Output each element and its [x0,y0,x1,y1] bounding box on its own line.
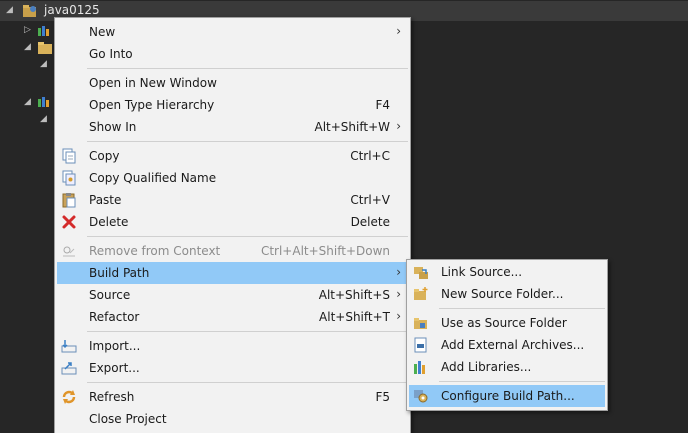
menu-item-paste[interactable]: Paste Ctrl+V [57,189,408,211]
collapse-arrow-icon[interactable]: ◢ [6,5,13,15]
source-folder-icon [38,42,52,54]
jar-archive-icon [414,337,427,353]
shortcut-label: F4 [375,98,390,112]
menu-separator [439,381,605,382]
context-menu: New › Go Into Open in New Window Open Ty… [54,17,411,433]
menu-item-source[interactable]: Source Alt+Shift+S › [57,284,408,306]
submenu-arrow-icon: › [396,119,401,133]
menu-item-use-as-source-folder[interactable]: Use as Source Folder [409,312,605,334]
menu-item-build-path[interactable]: Build Path › [57,262,408,284]
project-name-label: java0125 [44,3,100,17]
menu-separator [87,331,408,332]
menu-item-refresh[interactable]: Refresh F5 [57,386,408,408]
copy-qualified-icon [62,170,76,186]
build-path-submenu: Link Source... New Source Folder... Use … [406,259,608,411]
menu-separator [87,68,408,69]
menu-item-export[interactable]: Export... [57,357,408,379]
menu-item-copy-qualified-name[interactable]: Copy Qualified Name [57,167,408,189]
java-project-icon [23,5,36,17]
submenu-arrow-icon: › [396,287,401,301]
delete-icon [62,215,76,229]
paste-icon [62,193,76,208]
menu-item-show-in[interactable]: Show In Alt+Shift+W › [57,116,408,138]
menu-item-remove-from-context: Remove from Context Ctrl+Alt+Shift+Down [57,240,408,262]
menu-separator [87,382,408,383]
shortcut-label: Alt+Shift+W [314,120,391,134]
menu-item-go-into[interactable]: Go Into [57,43,408,65]
remove-context-icon [63,246,75,257]
library-icon [38,97,49,107]
menu-item-configure-build-path[interactable]: Configure Build Path... [409,385,605,407]
refresh-icon [62,390,76,404]
shortcut-label: Alt+Shift+T [319,310,390,324]
submenu-arrow-icon: › [396,24,401,38]
menu-item-refactor[interactable]: Refactor Alt+Shift+T › [57,306,408,328]
import-icon [61,340,77,353]
menu-item-link-source[interactable]: Link Source... [409,261,605,283]
collapse-arrow-icon[interactable]: ◢ [24,42,31,52]
copy-icon [62,148,76,164]
menu-separator [87,141,408,142]
menu-item-new-source-folder[interactable]: New Source Folder... [409,283,605,305]
menu-item-import[interactable]: Import... [57,335,408,357]
menu-item-new[interactable]: New › [57,21,408,43]
menu-item-add-external-archives[interactable]: Add External Archives... [409,334,605,356]
shortcut-label: F5 [375,390,390,404]
shortcut-label: Ctrl+C [350,149,390,163]
menu-separator [87,236,408,237]
shortcut-label: Alt+Shift+S [318,288,390,302]
menu-item-open-new-window[interactable]: Open in New Window [57,72,408,94]
link-source-icon [414,267,428,279]
new-source-folder-icon [414,287,428,300]
menu-item-add-libraries[interactable]: Add Libraries... [409,356,605,378]
use-as-source-icon [414,318,427,329]
submenu-arrow-icon: › [396,265,401,279]
collapse-arrow-icon[interactable]: ◢ [40,59,47,69]
library-icon [38,26,49,36]
menu-separator [439,308,605,309]
libraries-icon [414,361,425,374]
submenu-arrow-icon: › [396,309,401,323]
menu-item-close-project[interactable]: Close Project [57,408,408,430]
shortcut-label: Ctrl+Alt+Shift+Down [260,244,390,258]
export-icon [61,362,77,375]
menu-item-delete[interactable]: Delete Delete [57,211,408,233]
expand-arrow-icon[interactable]: ▷ [24,25,31,35]
shortcut-label: Ctrl+V [350,193,390,207]
menu-item-copy[interactable]: Copy Ctrl+C [57,145,408,167]
configure-build-path-icon [414,390,428,403]
collapse-arrow-icon[interactable]: ◢ [24,97,31,107]
menu-item-open-type-hierarchy[interactable]: Open Type Hierarchy F4 [57,94,408,116]
shortcut-label: Delete [350,215,390,229]
collapse-arrow-icon[interactable]: ◢ [40,114,47,124]
